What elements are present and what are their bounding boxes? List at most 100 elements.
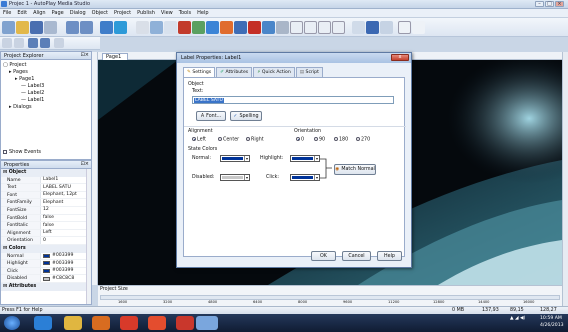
menu-item[interactable]: Project [111, 9, 134, 17]
tab-quick-action[interactable]: ⚡ Quick Action [253, 67, 295, 77]
property-value[interactable]: Label1 [41, 177, 91, 184]
property-row[interactable]: Alignment Left [1, 229, 91, 238]
save-icon[interactable] [30, 21, 43, 34]
label-text-input[interactable]: LABEL SATU [192, 96, 394, 104]
object-plugin-icon[interactable] [398, 21, 411, 34]
property-value[interactable]: #003399 [41, 268, 91, 275]
disabled-color-picker[interactable]: ▾ [220, 174, 250, 181]
property-category[interactable]: ⊟ Colors [1, 244, 91, 253]
object-grid-icon[interactable] [352, 21, 365, 34]
redo-icon[interactable] [80, 21, 93, 34]
object-video-icon[interactable] [192, 21, 205, 34]
menu-item[interactable]: Object [89, 9, 111, 17]
tab-attributes[interactable]: ✐ Attributes [216, 67, 253, 77]
undo-icon[interactable] [66, 21, 79, 34]
close-button[interactable]: × [555, 1, 564, 7]
object-radio-icon[interactable] [290, 21, 303, 34]
orientation-180-radio[interactable]: 180 [334, 137, 348, 143]
show-events-checkbox[interactable]: Show Events [3, 149, 41, 155]
tree-item[interactable]: ▸ Dialogs [3, 104, 89, 111]
autoplay-taskbar-icon[interactable] [196, 316, 218, 330]
alignment-left-radio[interactable]: Left [192, 137, 206, 143]
tab-script[interactable]: ▤ Script [295, 67, 323, 77]
menu-item[interactable]: Align [30, 9, 49, 17]
property-value[interactable]: Elephant, 12pt [41, 192, 91, 199]
firefox-icon[interactable] [120, 316, 138, 330]
property-value[interactable]: LABEL SATU [41, 184, 91, 191]
property-value[interactable]: #003399 [41, 253, 91, 260]
orientation-0-radio[interactable]: 0 [296, 137, 304, 143]
tree-item[interactable]: — Label2 [3, 90, 89, 97]
explorer-icon[interactable] [64, 316, 82, 330]
normal-color-picker[interactable]: ▾ [220, 155, 250, 162]
property-row[interactable]: Disabled #C8C8C8 [1, 275, 91, 283]
menu-item[interactable]: File [0, 9, 14, 17]
property-value[interactable]: 12 [41, 207, 91, 214]
menu-item[interactable]: Edit [14, 9, 30, 17]
property-row[interactable]: Normal #003399 [1, 252, 91, 261]
save-all-icon[interactable] [44, 21, 57, 34]
tree-item[interactable]: — Label1 [3, 97, 89, 104]
property-value[interactable]: #C8C8C8 [41, 275, 91, 282]
pin-icon[interactable]: ⊡× [81, 161, 89, 167]
font-button[interactable]: A Font... [196, 111, 226, 121]
build-icon[interactable] [114, 21, 127, 34]
tree-item[interactable]: — Label3 [3, 83, 89, 90]
dialog-close-button[interactable]: x [391, 54, 409, 61]
pin-icon[interactable]: ⊡× [81, 52, 89, 58]
align-center-icon[interactable] [14, 38, 24, 48]
object-image-icon[interactable] [178, 21, 191, 34]
tree-item[interactable]: ▸ Page1 [3, 76, 89, 83]
property-category[interactable]: ⊟ Attributes [1, 282, 91, 291]
tree-item[interactable]: ▸ Pages [3, 69, 89, 76]
object-checkbox-icon[interactable] [304, 21, 317, 34]
menu-item[interactable]: Help [194, 9, 211, 17]
order-icon[interactable] [54, 38, 64, 48]
menu-item[interactable]: Publish [134, 9, 158, 17]
start-button-icon[interactable] [4, 316, 20, 330]
object-progress-icon[interactable] [380, 21, 393, 34]
object-text-icon[interactable] [164, 21, 177, 34]
object-input-icon[interactable] [234, 21, 247, 34]
highlight-color-picker[interactable]: ▾ [290, 155, 320, 162]
object-paragraph-icon[interactable] [276, 21, 289, 34]
property-value[interactable]: false [41, 222, 91, 229]
size-icon[interactable] [28, 38, 38, 48]
object-web-icon[interactable] [206, 21, 219, 34]
object-tree-icon[interactable] [366, 21, 379, 34]
draw-line-icon[interactable] [412, 21, 425, 34]
object-flash-icon[interactable] [220, 21, 233, 34]
menu-item[interactable]: Tools [176, 9, 194, 17]
open-icon[interactable] [16, 21, 29, 34]
property-row[interactable]: Click #003399 [1, 267, 91, 276]
spacing-icon[interactable] [40, 38, 50, 48]
property-value[interactable]: 0 [41, 237, 91, 244]
property-value[interactable]: Elephant [41, 199, 91, 206]
orientation-270-radio[interactable]: 270 [356, 137, 370, 143]
app-red-icon[interactable] [176, 316, 194, 330]
object-label-icon[interactable] [150, 21, 163, 34]
minimize-button[interactable]: – [535, 1, 544, 7]
property-row[interactable]: Highlight #003399 [1, 260, 91, 268]
property-row[interactable]: Orientation 0 [1, 237, 91, 245]
canvas-scrollbar[interactable] [562, 52, 568, 306]
spelling-button[interactable]: ✓ Spelling [230, 111, 262, 121]
match-normal-button[interactable]: ◉ Match Normal [334, 164, 376, 175]
property-value[interactable]: #003399 [41, 260, 91, 267]
maximize-button[interactable]: □ [545, 1, 554, 7]
alignment-center-radio[interactable]: Center [218, 137, 239, 143]
object-xbutton-icon[interactable] [262, 21, 275, 34]
object-button-icon[interactable] [136, 21, 149, 34]
object-pdf-icon[interactable] [248, 21, 261, 34]
alignment-right-radio[interactable]: Right [246, 137, 264, 143]
media-player-icon[interactable] [92, 316, 110, 330]
menu-item[interactable]: View [158, 9, 176, 17]
new-icon[interactable] [2, 21, 15, 34]
ok-button[interactable]: OK [311, 251, 336, 261]
orientation-90-radio[interactable]: 90 [314, 137, 325, 143]
properties-scrollbar[interactable] [86, 169, 91, 304]
chrome-icon[interactable] [148, 316, 166, 330]
menu-item[interactable]: Page [49, 9, 67, 17]
object-listbox-icon[interactable] [332, 21, 345, 34]
object-combobox-icon[interactable] [318, 21, 331, 34]
